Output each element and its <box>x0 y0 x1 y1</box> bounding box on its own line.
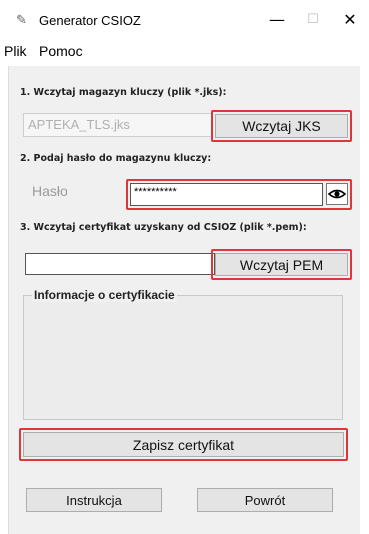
app-icon: ✎ <box>16 12 27 27</box>
instructions-button[interactable]: Instrukcja <box>26 488 162 512</box>
close-button[interactable]: ✕ <box>335 8 365 32</box>
minimize-button[interactable]: — <box>262 8 292 32</box>
load-pem-button[interactable]: Wczytaj PEM <box>215 253 348 276</box>
menu-pomoc[interactable]: Pomoc <box>39 42 83 60</box>
password-field-highlight: ********** <box>126 179 352 210</box>
step2-label: 2. Podaj hasło do magazynu kluczy: <box>20 153 212 164</box>
back-button-wrap: Powrót <box>197 488 333 512</box>
certificate-info-group <box>23 295 343 420</box>
step1-label: 1. Wczytaj magazyn kluczy (plik *.jks): <box>20 87 227 98</box>
save-certificate-button[interactable]: Zapisz certyfikat <box>23 432 344 457</box>
instructions-button-wrap: Instrukcja <box>26 488 162 512</box>
password-input[interactable]: ********** <box>130 183 323 206</box>
eye-icon <box>327 189 347 199</box>
save-button-highlight: Zapisz certyfikat <box>19 428 348 461</box>
load-pem-button-highlight: Wczytaj PEM <box>211 249 352 280</box>
pem-file-field[interactable] <box>25 253 215 275</box>
jks-file-field[interactable]: APTEKA_TLS.jks <box>23 113 213 137</box>
back-button[interactable]: Powrót <box>197 488 333 512</box>
certificate-info-title: Informacje o certyfikacie <box>32 288 177 302</box>
load-jks-button-highlight: Wczytaj JKS <box>211 110 352 142</box>
window-title: Generator CSIOZ <box>39 13 141 28</box>
step3-label: 3. Wczytaj certyfikat uzyskany od CSIOZ … <box>20 222 307 233</box>
show-password-button[interactable] <box>326 183 348 205</box>
load-jks-button[interactable]: Wczytaj JKS <box>215 114 348 138</box>
maximize-button[interactable]: ☐ <box>298 8 328 32</box>
menu-plik[interactable]: Plik <box>4 42 27 60</box>
password-label: Hasło <box>32 183 68 199</box>
